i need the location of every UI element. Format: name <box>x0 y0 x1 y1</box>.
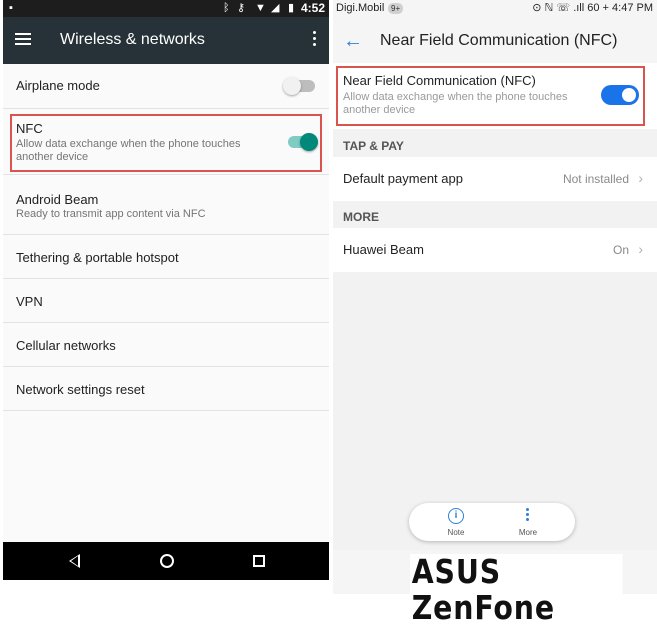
wifi-icon: ▼ <box>255 2 266 14</box>
setting-default-payment-app[interactable]: Default payment app Not installed › <box>343 157 651 201</box>
airplane-mode-toggle[interactable] <box>283 77 315 95</box>
setting-title: Network settings reset <box>16 382 145 397</box>
setting-airplane-mode[interactable]: Airplane mode <box>3 64 329 109</box>
image-icon: ▪ <box>9 2 13 14</box>
setting-android-beam[interactable]: Android Beam Ready to transmit app conte… <box>3 175 329 235</box>
bottom-action-bar: i Note More <box>409 503 575 541</box>
bluetooth-icon: ᛒ <box>223 2 230 14</box>
section-header-more: MORE <box>343 210 379 224</box>
asus-zenfone-watermark: ASUS ZenFone <box>410 554 623 626</box>
battery-icon: ▮ <box>288 2 295 14</box>
back-arrow-icon[interactable]: ← <box>343 31 363 51</box>
carrier-name: Digi.Mobil <box>336 2 385 14</box>
setting-vpn[interactable]: VPN <box>3 279 329 323</box>
toggle-knob <box>283 77 301 95</box>
chevron-right-icon: › <box>638 170 643 186</box>
setting-cellular-networks[interactable]: Cellular networks <box>3 323 329 367</box>
toolbar: Wireless & networks <box>3 17 329 64</box>
more-card: Huawei Beam On › <box>333 228 657 272</box>
header: ← Near Field Communication (NFC) <box>333 17 657 63</box>
more-button[interactable]: More <box>503 506 553 538</box>
signal-icon: ◢ <box>271 2 280 14</box>
setting-value: On <box>612 243 629 257</box>
more-dots-icon <box>526 508 530 523</box>
setting-network-reset[interactable]: Network settings reset <box>3 367 329 411</box>
page-title: Near Field Communication (NFC) <box>380 32 618 49</box>
back-icon[interactable] <box>69 554 80 568</box>
setting-subtitle: Ready to transmit app content via NFC <box>16 208 206 220</box>
home-icon[interactable] <box>160 554 174 568</box>
note-button[interactable]: i Note <box>431 506 481 538</box>
page-title: Wireless & networks <box>60 31 205 48</box>
setting-title: Airplane mode <box>16 78 100 93</box>
status-icons: ⊙ ℕ ☏ .ıll 60 + 4:47 PM <box>532 2 653 14</box>
more-label: More <box>518 528 538 537</box>
left-phone-screen: ▪ ᛒ ⚷ ▼ ◢ ▮ 4:52 Wireless & networks Air… <box>3 0 329 580</box>
right-phone-screen: Digi.Mobil 9+ ⊙ ℕ ☏ .ıll 60 + 4:47 PM ← … <box>333 0 657 594</box>
nfc-highlight-box <box>10 114 322 172</box>
section-header-tap-pay: TAP & PAY <box>343 139 404 153</box>
hamburger-menu-icon[interactable] <box>15 33 31 45</box>
recent-apps-icon[interactable] <box>253 555 265 567</box>
status-time: 4:52 <box>300 1 325 15</box>
overflow-menu-icon[interactable] <box>313 31 317 47</box>
setting-title: VPN <box>16 294 43 309</box>
setting-value: Not installed <box>562 172 629 186</box>
nfc-highlight-box <box>336 66 645 126</box>
status-bar: ▪ ᛒ ⚷ ▼ ◢ ▮ 4:52 <box>3 0 329 17</box>
info-icon: i <box>448 508 464 524</box>
setting-title: Huawei Beam <box>343 242 424 257</box>
status-bar: Digi.Mobil 9+ ⊙ ℕ ☏ .ıll 60 + 4:47 PM <box>333 0 657 17</box>
notification-badge: 9+ <box>388 3 404 14</box>
chevron-right-icon: › <box>638 241 643 257</box>
setting-title: Default payment app <box>343 171 463 186</box>
key-icon: ⚷ <box>237 2 246 14</box>
setting-title: Android Beam <box>16 192 99 207</box>
setting-tethering[interactable]: Tethering & portable hotspot <box>3 235 329 279</box>
setting-title: Tethering & portable hotspot <box>16 250 179 265</box>
setting-huawei-beam[interactable]: Huawei Beam On › <box>343 228 651 272</box>
tap-pay-card: Default payment app Not installed › <box>333 157 657 201</box>
navigation-bar <box>3 542 329 580</box>
note-label: Note <box>447 528 465 537</box>
setting-title: Cellular networks <box>16 338 116 353</box>
